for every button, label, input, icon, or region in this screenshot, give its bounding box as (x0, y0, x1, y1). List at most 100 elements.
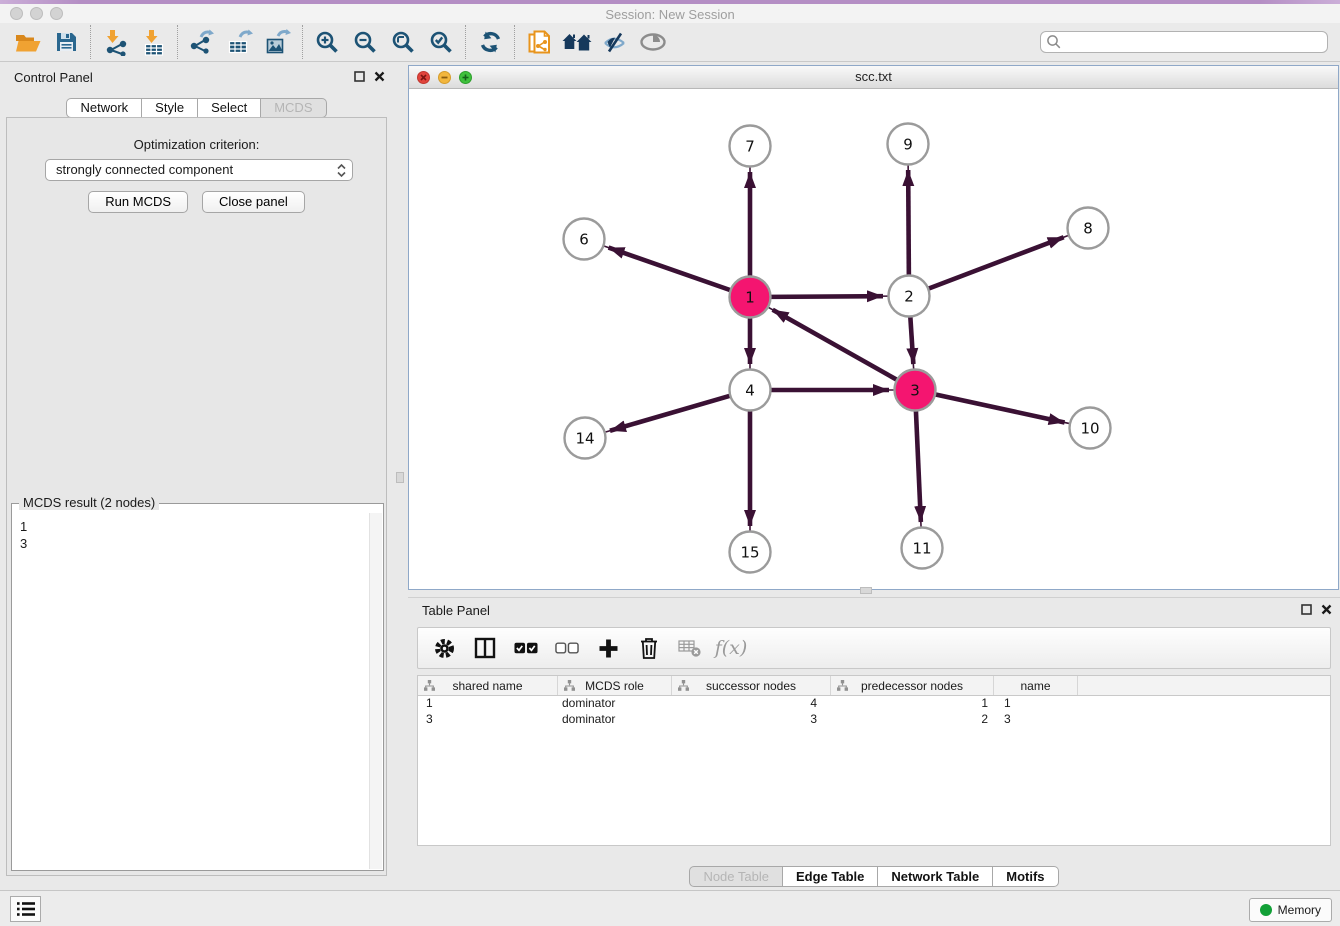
search-input[interactable] (1062, 33, 1327, 51)
task-history-button[interactable] (10, 896, 41, 922)
columns-icon (474, 637, 496, 659)
table-row[interactable]: 3dominator323 (418, 712, 1330, 728)
table-cell[interactable]: 4 (672, 696, 831, 712)
table-cell[interactable]: dominator (558, 712, 672, 728)
graph-node-14[interactable]: 14 (565, 418, 606, 459)
graph-edge[interactable] (609, 248, 731, 291)
table-cell[interactable]: 3 (672, 712, 831, 728)
graph-node-8[interactable]: 8 (1068, 208, 1109, 249)
duplicate-network-button[interactable] (523, 26, 555, 58)
table-settings-button[interactable] (432, 636, 456, 660)
network-canvas[interactable]: 7 9 6 8 1 2 4 3 14 10 15 11 (409, 89, 1338, 589)
graph-node-label: 8 (1083, 220, 1093, 238)
show-columns-button[interactable] (473, 636, 497, 660)
zoom-out-button[interactable] (349, 26, 381, 58)
graph-node-6[interactable]: 6 (564, 219, 605, 260)
add-icon (598, 638, 619, 659)
column-header-successor-nodes[interactable]: successor nodes (672, 676, 831, 695)
open-session-button[interactable] (12, 26, 44, 58)
add-column-button[interactable] (596, 636, 620, 660)
run-mcds-button[interactable]: Run MCDS (88, 191, 188, 213)
export-table-button[interactable] (224, 26, 256, 58)
network-graph[interactable]: 7 9 6 8 1 2 4 3 14 10 15 11 (409, 89, 1338, 589)
graph-edge[interactable] (910, 316, 913, 364)
close-panel-button[interactable]: Close panel (202, 191, 305, 213)
export-image-button[interactable] (262, 26, 294, 58)
table-cell[interactable]: 3 (418, 712, 558, 728)
search-field[interactable] (1040, 31, 1328, 53)
tab-edge-table[interactable]: Edge Table (783, 866, 878, 887)
select-all-button[interactable] (514, 636, 538, 660)
close-panel-icon[interactable] (374, 71, 385, 82)
save-session-button[interactable] (50, 26, 82, 58)
vertical-split-handle[interactable] (396, 472, 404, 483)
close-panel-icon[interactable] (1321, 604, 1332, 615)
tab-select[interactable]: Select (198, 98, 261, 118)
table-cell[interactable]: 1 (831, 696, 994, 712)
table-cell[interactable]: 1 (418, 696, 558, 712)
function-builder-button[interactable]: f(x) (719, 636, 743, 660)
graph-edge[interactable] (928, 237, 1064, 288)
graph-edge[interactable] (916, 410, 921, 522)
graph-edge[interactable] (770, 296, 883, 297)
tab-motifs[interactable]: Motifs (993, 866, 1058, 887)
criterion-select[interactable]: strongly connected component (45, 159, 353, 181)
delete-table-button[interactable] (678, 636, 702, 660)
zoom-selected-button[interactable] (425, 26, 457, 58)
table-cell[interactable]: 3 (994, 712, 1078, 728)
home-button[interactable] (561, 26, 593, 58)
graph-edge[interactable] (610, 396, 730, 431)
hide-graphics-button[interactable] (599, 26, 631, 58)
graph-node-15[interactable]: 15 (730, 532, 771, 573)
graph-node-1[interactable]: 1 (730, 277, 771, 318)
unselect-all-icon (555, 641, 579, 655)
graph-node-label: 14 (575, 430, 594, 448)
column-header-shared-name[interactable]: shared name (418, 676, 558, 695)
column-header-name[interactable]: name (994, 676, 1078, 695)
float-panel-icon[interactable] (1301, 604, 1312, 615)
graph-edge[interactable] (935, 394, 1065, 422)
float-panel-icon[interactable] (354, 71, 365, 82)
zoom-in-button[interactable] (311, 26, 343, 58)
column-type-icon (837, 680, 848, 691)
graph-node-9[interactable]: 9 (888, 124, 929, 165)
export-table-icon (227, 29, 253, 55)
apply-layout-button[interactable] (474, 26, 506, 58)
graph-edge[interactable] (773, 310, 897, 380)
tab-style[interactable]: Style (142, 98, 198, 118)
graph-node-2[interactable]: 2 (889, 276, 930, 317)
graph-edge[interactable] (908, 170, 909, 276)
export-network-button[interactable] (186, 26, 218, 58)
zoom-fit-button[interactable] (387, 26, 419, 58)
column-header-predecessor-nodes[interactable]: predecessor nodes (831, 676, 994, 695)
table-cell[interactable]: 1 (994, 696, 1078, 712)
tab-network[interactable]: Network (66, 98, 142, 118)
horizontal-split-handle[interactable] (860, 587, 872, 594)
graph-node-3[interactable]: 3 (895, 370, 936, 411)
import-network-button[interactable] (99, 26, 131, 58)
column-header-mcds-role[interactable]: MCDS role (558, 676, 672, 695)
result-scrollbar[interactable] (369, 513, 382, 869)
graph-node-7[interactable]: 7 (730, 126, 771, 167)
network-window-titlebar[interactable]: scc.txt (409, 66, 1338, 89)
graph-node-10[interactable]: 10 (1070, 408, 1111, 449)
tab-node-table[interactable]: Node Table (689, 866, 783, 887)
show-graphics-button[interactable] (637, 26, 669, 58)
unselect-all-button[interactable] (555, 636, 579, 660)
export-network-icon (189, 29, 215, 55)
tab-network-table[interactable]: Network Table (878, 866, 993, 887)
tab-mcds[interactable]: MCDS (261, 98, 326, 118)
graph-node-11[interactable]: 11 (902, 528, 943, 569)
table-cell[interactable]: dominator (558, 696, 672, 712)
delete-column-button[interactable] (637, 636, 661, 660)
table-cell[interactable]: 2 (831, 712, 994, 728)
network-window-title: scc.txt (409, 69, 1338, 84)
table-row[interactable]: 1dominator411 (418, 696, 1330, 712)
delete-table-icon (678, 638, 702, 658)
import-table-button[interactable] (137, 26, 169, 58)
graph-node-4[interactable]: 4 (730, 370, 771, 411)
graph-node-label: 7 (745, 138, 755, 156)
graph-node-label: 2 (904, 288, 914, 306)
memory-button[interactable]: Memory (1249, 898, 1332, 922)
table-header-row[interactable]: shared name MCDS role successor nodes (418, 676, 1330, 696)
